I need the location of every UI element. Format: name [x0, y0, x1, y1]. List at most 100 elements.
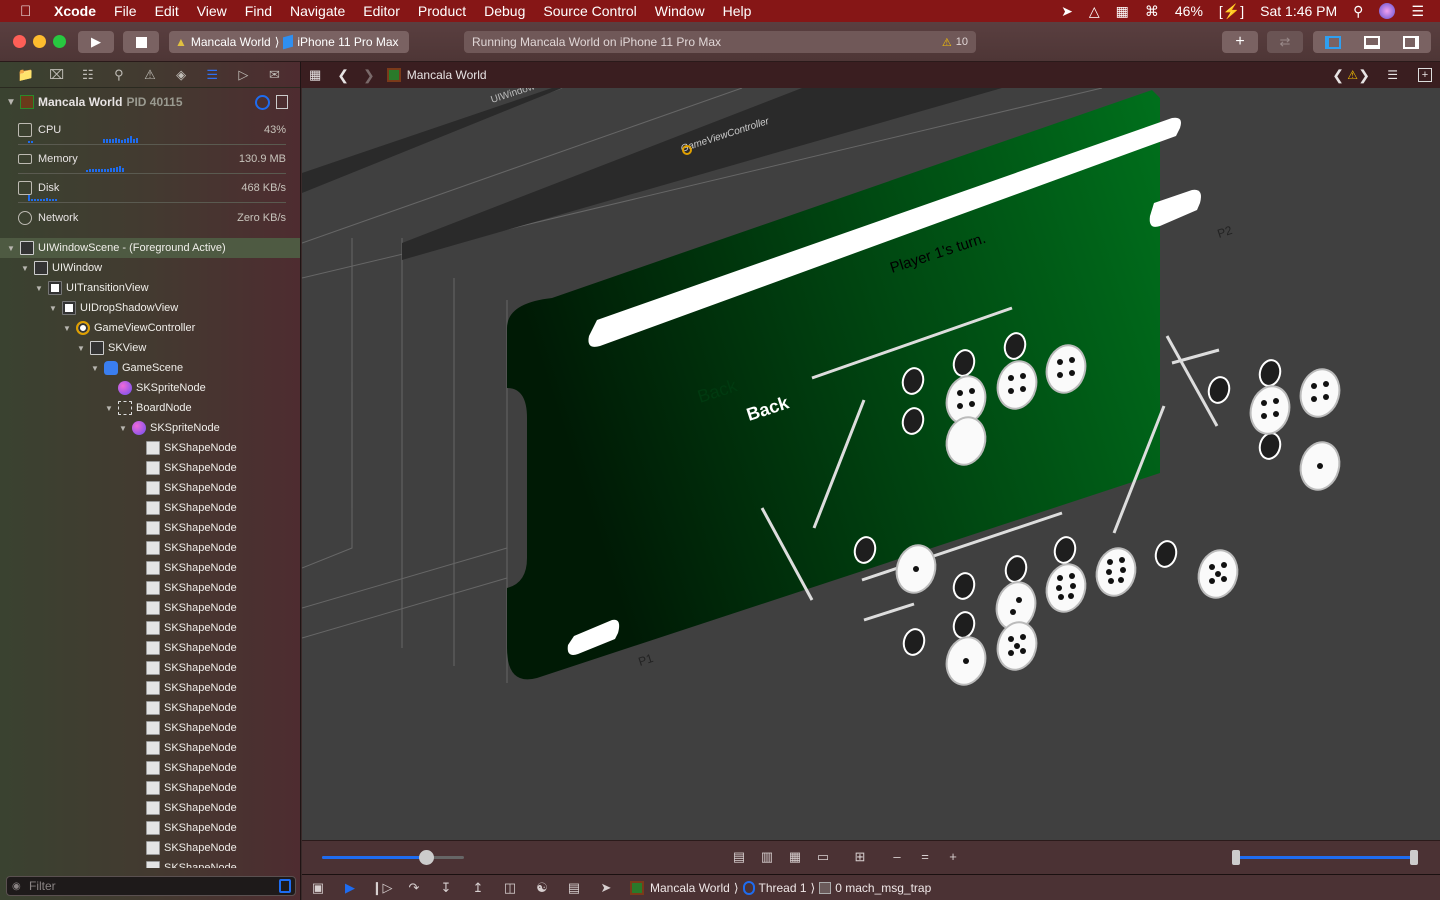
disclosure-triangle-icon[interactable]: ▼ [6, 97, 16, 108]
step-out-icon[interactable]: ↥ [462, 880, 494, 896]
tree-row[interactable]: SKShapeNode [0, 498, 300, 518]
view-hierarchy-icon[interactable] [276, 95, 288, 109]
add-editor-icon[interactable]: + [1418, 68, 1432, 82]
tree-row[interactable]: SKShapeNode [0, 578, 300, 598]
menu-find[interactable]: Find [245, 3, 272, 19]
tree-row[interactable]: ▼ GameViewController [0, 318, 300, 338]
toggle-navigator-icon[interactable] [1324, 35, 1341, 49]
project-navigator-icon[interactable]: 📁 [16, 67, 36, 83]
tree-row[interactable]: SKShapeNode [0, 718, 300, 738]
zoom-out-icon[interactable]: – [886, 849, 908, 865]
related-items-icon[interactable]: ▦ [309, 67, 321, 83]
spotlight-search-icon[interactable]: ⚲ [1353, 3, 1363, 20]
pit-piece[interactable] [1091, 544, 1140, 600]
spacing-slider[interactable] [322, 850, 464, 865]
close-window-button[interactable] [13, 35, 26, 48]
pit-piece[interactable] [1003, 554, 1029, 584]
clip-contents-icon[interactable]: ▤ [728, 849, 750, 865]
tree-row[interactable]: SKShapeNode [0, 638, 300, 658]
library-button[interactable]: + [1222, 31, 1258, 53]
tree-row[interactable]: SKShapeNode [0, 618, 300, 638]
tree-row[interactable]: SKShapeNode [0, 518, 300, 538]
disclosure-triangle-icon[interactable]: ▼ [20, 264, 30, 273]
clock[interactable]: Sat 1:46 PM [1260, 3, 1337, 19]
tree-row[interactable]: SKShapeNode [0, 778, 300, 798]
toggle-inspector-icon[interactable] [1403, 35, 1420, 49]
breadcrumb-app[interactable]: Mancala World [407, 68, 487, 82]
menu-view[interactable]: View [197, 3, 227, 19]
pit-piece[interactable] [1193, 546, 1242, 602]
scheme-selector[interactable]: ▲ Mancala World ⟩ iPhone 11 Pro Max [169, 31, 409, 53]
tree-row[interactable]: SKShapeNode [0, 738, 300, 758]
gauge-network[interactable]: Network Zero KB/s [18, 203, 286, 232]
tree-row[interactable]: ▼ SKView [0, 338, 300, 358]
battery-percent[interactable]: 46% [1175, 3, 1203, 19]
location-status-icon[interactable]: ➤ [1061, 3, 1073, 20]
pit-piece[interactable] [1245, 382, 1294, 438]
tree-row[interactable]: SKShapeNode [0, 698, 300, 718]
tree-row[interactable]: SKShapeNode [0, 538, 300, 558]
scheme-project[interactable]: Mancala World [191, 35, 271, 49]
menu-editor[interactable]: Editor [363, 3, 400, 19]
pit-piece[interactable] [1041, 560, 1090, 616]
range-slider[interactable] [1232, 850, 1418, 865]
zoom-actual-icon[interactable]: = [914, 849, 936, 865]
gauge-icon[interactable] [255, 94, 270, 110]
step-over-icon[interactable]: ↷ [398, 880, 430, 896]
disclosure-triangle-icon[interactable]: ▼ [76, 344, 86, 353]
breakpoint-navigator-icon[interactable]: ▷ [233, 67, 253, 83]
continue-icon[interactable]: ❙▷ [366, 880, 398, 896]
pit-piece[interactable] [1257, 358, 1283, 388]
menu-window[interactable]: Window [655, 3, 705, 19]
menu-xcode[interactable]: Xcode [54, 3, 96, 19]
simulate-location-icon[interactable]: ➤ [590, 880, 622, 896]
menu-source-control[interactable]: Source Control [543, 3, 636, 19]
scheme-device[interactable]: iPhone 11 Pro Max [297, 35, 398, 49]
tree-row[interactable]: SKSpriteNode [0, 378, 300, 398]
tree-row[interactable]: ▼ UIWindow [0, 258, 300, 278]
zoom-in-icon[interactable]: + [942, 849, 964, 865]
filter-option-toggle[interactable] [279, 879, 291, 893]
display-menu-icon[interactable]: ▦ [1116, 3, 1129, 20]
menu-file[interactable]: File [114, 3, 137, 19]
step-into-icon[interactable]: ↧ [430, 880, 462, 896]
tree-row[interactable]: ▼ UIWindowScene - (Foreground Active) [0, 238, 300, 258]
minimize-window-button[interactable] [33, 35, 46, 48]
tree-row[interactable]: SKShapeNode [0, 818, 300, 838]
disclosure-triangle-icon[interactable]: ▼ [118, 424, 128, 433]
airplay-icon[interactable]: △ [1089, 3, 1100, 20]
disclosure-triangle-icon[interactable]: ▼ [90, 364, 100, 373]
tree-row[interactable]: SKShapeNode [0, 758, 300, 778]
pit-piece[interactable] [951, 571, 977, 601]
tree-row[interactable]: ▼ UIDropShadowView [0, 298, 300, 318]
pit-piece[interactable] [1206, 375, 1232, 405]
apple-menu-icon[interactable]:  [20, 3, 40, 20]
range-slider-max-handle[interactable] [1410, 850, 1418, 865]
pit-piece[interactable] [992, 618, 1041, 674]
gauge-disk[interactable]: Disk 468 KB/s [18, 174, 286, 203]
wifi-icon[interactable]: ⌘ [1145, 3, 1159, 20]
spacing-slider-knob[interactable] [419, 850, 434, 865]
contents-icon[interactable]: ▭ [812, 849, 834, 865]
pit-piece[interactable] [1052, 535, 1078, 565]
report-navigator-icon[interactable]: ✉ [264, 67, 284, 83]
forward-nav-icon[interactable]: ❯ [363, 67, 375, 84]
pit-piece[interactable] [1295, 365, 1344, 421]
orient-3d-icon[interactable]: ⊞ [840, 849, 880, 865]
tree-row[interactable]: SKShapeNode [0, 678, 300, 698]
frame-crumb[interactable]: 0 mach_msg_trap [835, 881, 931, 895]
pit-piece[interactable] [1295, 438, 1344, 494]
menu-product[interactable]: Product [418, 3, 466, 19]
editor-options-icon[interactable]: ☰ [1387, 68, 1398, 82]
pit-piece[interactable] [1257, 431, 1283, 461]
environment-overrides-icon[interactable]: ▤ [558, 880, 590, 896]
tree-row[interactable]: ▼ UITransitionView [0, 278, 300, 298]
disclosure-triangle-icon[interactable]: ▼ [62, 324, 72, 333]
menu-navigate[interactable]: Navigate [290, 3, 345, 19]
disclosure-triangle-icon[interactable]: ▼ [104, 404, 114, 413]
disclosure-triangle-icon[interactable]: ▼ [6, 244, 16, 253]
pit-piece[interactable] [1153, 539, 1179, 569]
source-control-navigator-icon[interactable]: ⌧ [47, 67, 67, 83]
filter-field[interactable]: ◉ Filter [6, 876, 296, 896]
tree-row[interactable]: SKShapeNode [0, 858, 300, 868]
